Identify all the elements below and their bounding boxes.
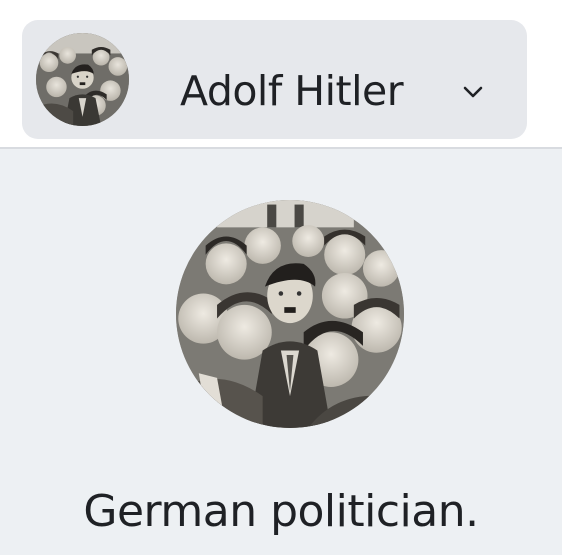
- chevron-down-icon[interactable]: [462, 81, 484, 103]
- entity-switcher-button[interactable]: Adolf Hitler: [22, 20, 527, 139]
- entity-name: Adolf Hitler: [180, 67, 404, 115]
- portrait-photo-icon: [176, 200, 404, 428]
- portrait-photo-icon: [36, 33, 129, 126]
- header-area: Adolf Hitler: [0, 0, 562, 148]
- entity-description: German politician.: [83, 486, 479, 537]
- entity-avatar-small: [36, 33, 129, 126]
- entity-detail-panel: German politician.: [0, 149, 562, 555]
- entity-avatar-large: [176, 200, 404, 428]
